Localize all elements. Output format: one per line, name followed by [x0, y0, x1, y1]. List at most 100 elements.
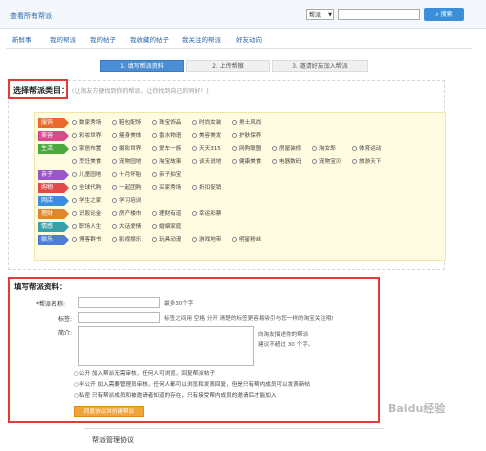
search-button[interactable]: ⌕ 搜索	[424, 8, 464, 21]
nav-item-favorite-posts[interactable]: 我收藏的帖子	[130, 34, 169, 44]
radio-icon	[192, 185, 197, 190]
category-option[interactable]: 游戏地带	[192, 235, 221, 245]
category-option[interactable]: 家居布置	[72, 144, 101, 154]
category-option[interactable]: 网购联盟	[232, 144, 261, 154]
search-button-label: 搜索	[440, 11, 453, 18]
category-option[interactable]: 儿童园地	[72, 170, 101, 180]
group-name-input[interactable]	[78, 297, 160, 308]
radio-icon	[232, 237, 237, 242]
category-option[interactable]: 一起团购	[112, 183, 141, 193]
category-option[interactable]: 玩具动漫	[152, 235, 181, 245]
category-option[interactable]: 婚姻家庭	[152, 222, 181, 232]
category-option[interactable]: 明星粉丝	[232, 235, 261, 245]
category-option[interactable]: 爱车一族	[152, 144, 181, 154]
category-option[interactable]: 谈天说地	[192, 157, 221, 167]
category-option[interactable]: 全球代购	[72, 183, 101, 193]
category-option-label: 房屋装修	[279, 146, 302, 152]
category-option[interactable]: 学习培训	[112, 196, 141, 206]
category-option-label: 电器数码	[279, 159, 302, 165]
nav-item-my-posts[interactable]: 我的帖子	[90, 34, 116, 44]
category-option[interactable]: 淘宝故事	[152, 157, 181, 167]
radio-icon	[272, 159, 277, 164]
category-option[interactable]: 珠宝饰品	[152, 118, 181, 128]
category-option[interactable]: 影视娱乐	[112, 235, 141, 245]
privacy-option-private[interactable]: ○私密 只有帮派成员和被邀请者知道的存在，只有接受帮内成员的邀请后才能加入	[74, 391, 276, 400]
view-all-groups-link[interactable]: 查看所有帮派	[10, 11, 52, 21]
main-nav: 新鲜事 我的帮派 我的帖子 我收藏的帖子 我关注的帮派 好友动向	[0, 30, 486, 46]
category-option[interactable]: 护肤保养	[232, 131, 261, 141]
radio-icon	[112, 120, 117, 125]
category-option[interactable]: 房屋装修	[272, 144, 301, 154]
category-option-label: 宠物园地	[119, 159, 142, 165]
search-type-select[interactable]: 帮派 ▼	[306, 9, 334, 20]
category-option[interactable]: 男士风尚	[232, 118, 261, 128]
radio-icon	[72, 172, 77, 177]
category-option[interactable]: 天天315	[192, 144, 221, 154]
radio-icon	[152, 237, 157, 242]
category-option[interactable]: 房产楼市	[112, 209, 141, 219]
category-option-label: 买家秀场	[159, 185, 182, 191]
category-option[interactable]: 数家秀场	[72, 118, 101, 128]
category-option[interactable]: 学生之家	[72, 196, 101, 206]
category-option[interactable]: 旅游天下	[352, 157, 381, 167]
category-tag: 情感	[38, 222, 69, 232]
category-option[interactable]: 时尚女装	[192, 118, 221, 128]
radio-icon	[112, 159, 117, 164]
search-input[interactable]	[338, 9, 420, 20]
nav-item-news[interactable]: 新鲜事	[12, 34, 32, 44]
search-icon: ⌕	[435, 11, 439, 18]
category-tag: 购物	[38, 183, 69, 193]
category-option[interactable]: 理财有道	[152, 209, 181, 219]
category-option[interactable]: 彩妆世界	[72, 131, 101, 141]
category-option[interactable]: 折扣促销	[192, 183, 221, 193]
category-option[interactable]: 摄影世界	[112, 144, 141, 154]
category-option[interactable]: 买家秀场	[152, 183, 181, 193]
category-option[interactable]: 职场人生	[72, 222, 101, 232]
category-option-label: 男士风尚	[239, 120, 262, 126]
category-option[interactable]: 美容美发	[192, 131, 221, 141]
watermark: Baidu经验	[388, 402, 446, 415]
category-option[interactable]: 识股论金	[72, 209, 101, 219]
radio-icon	[112, 172, 117, 177]
radio-icon	[72, 159, 77, 164]
category-option[interactable]: 烹饪美食	[72, 157, 101, 167]
nav-item-my-groups[interactable]: 我的帮派	[50, 34, 76, 44]
tags-note: 标签之间用 空格 分开 清楚的标签更容易吸引与您一样的淘宝关注哦!	[164, 316, 334, 322]
privacy-option-semi-public[interactable]: ○半公开 加入需要管理员审核，任何人都可以浏览和发表回复，但是只有帮内成员可以发…	[74, 380, 310, 389]
intro-textarea[interactable]	[78, 326, 254, 366]
category-option[interactable]: 鞋包配饰	[112, 118, 141, 128]
category-option-label: 识股论金	[79, 211, 102, 217]
category-option[interactable]: 淘女郎	[312, 144, 336, 154]
radio-icon	[152, 211, 157, 216]
category-option[interactable]: 大话爱情	[112, 222, 141, 232]
category-option[interactable]: 十月怀胎	[112, 170, 141, 180]
step-upload-badge: 2. 上传帮徽	[186, 60, 270, 72]
category-option-label: 大话爱情	[119, 224, 142, 230]
category-option-label: 十月怀胎	[119, 172, 142, 178]
category-option-label: 房产楼市	[119, 211, 142, 217]
category-option-label: 摄影世界	[119, 146, 142, 152]
tags-input[interactable]	[78, 312, 160, 323]
privacy-option-public[interactable]: ○公开 加入帮派无需审核，任何人可浏览，回复帮派帖子	[74, 369, 215, 378]
category-option-label: 爱车一族	[159, 146, 182, 152]
category-option[interactable]: 电器数码	[272, 157, 301, 167]
radio-icon	[72, 211, 77, 216]
category-option[interactable]: 幸运彩票	[192, 209, 221, 219]
category-option[interactable]: 香水物语	[152, 131, 181, 141]
category-option[interactable]: 瘦身美体	[112, 131, 141, 141]
category-option-label: 玩具动漫	[159, 237, 182, 243]
category-option[interactable]: 体育运动	[352, 144, 381, 154]
radio-icon	[72, 198, 77, 203]
divider	[6, 48, 472, 49]
category-option-label: 影视娱乐	[119, 237, 142, 243]
category-option[interactable]: 宠物园地	[112, 157, 141, 167]
create-group-button[interactable]: 同意协议并创建帮派	[74, 406, 144, 417]
category-option[interactable]: 博客群书	[72, 235, 101, 245]
category-option-label: 香水物语	[159, 133, 182, 139]
nav-item-friend-updates[interactable]: 好友动向	[236, 34, 262, 44]
category-option[interactable]: 宠物宝贝	[312, 157, 341, 167]
category-option[interactable]: 健康美食	[232, 157, 261, 167]
category-option[interactable]: 亲子拍宝	[152, 170, 181, 180]
radio-icon	[72, 146, 77, 151]
nav-item-followed-groups[interactable]: 我关注的帮派	[182, 34, 221, 44]
